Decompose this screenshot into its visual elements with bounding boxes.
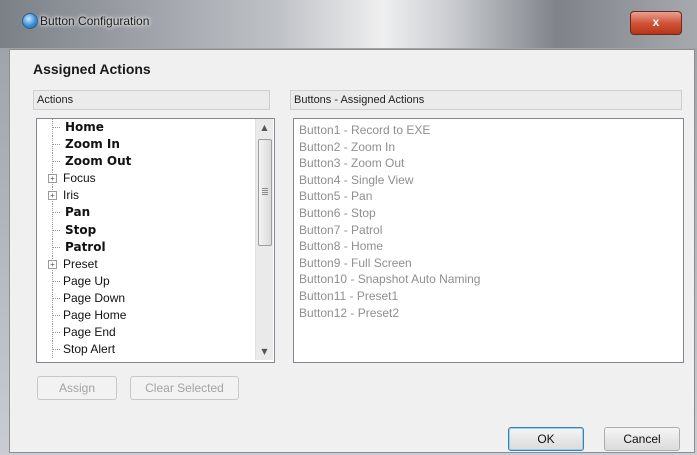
actions-header: Actions [33,90,270,110]
tree-item-label: Stop [65,222,97,237]
tree-connector [53,349,60,351]
assigned-actions-list[interactable]: Button1 - Record to EXE Button2 - Zoom In… [293,118,684,363]
assigned-actions-rows: Button1 - Record to EXE Button2 - Zoom In… [294,122,683,321]
tree-item-label: Home [65,120,104,134]
tree-item[interactable]: Stop Alert [37,341,255,359]
close-icon: x [652,15,660,29]
actions-scrollbar[interactable]: ▲ ▼ [255,119,273,360]
tree-item[interactable]: Page Up [37,272,255,290]
tree-connector [53,297,60,299]
scroll-up-arrow-icon[interactable]: ▲ [256,119,273,136]
scroll-down-arrow-icon[interactable]: ▼ [256,343,273,360]
dialog-body: Assigned Actions Actions Buttons - Assig… [9,49,695,453]
list-item[interactable]: Button3 - Zoom Out [294,155,683,172]
tree-item[interactable]: Page Down [37,289,255,307]
tree-item[interactable]: Zoom In [37,136,255,154]
tree-item[interactable]: + Focus [37,170,255,188]
list-item[interactable]: Button5 - Pan [294,188,683,205]
tree-item[interactable]: Page End [37,324,255,342]
tree-item-label: Page Up [63,273,110,288]
title-bar[interactable]: Button Configuration x [0,0,697,48]
actions-tree-items: Home Zoom In Zoom Out + Focus + Iris Pan Stop Pat… [37,119,255,360]
tree-item-label: Stop Alert [63,342,116,357]
list-item[interactable]: Button9 - Full Screen [294,255,683,272]
tree-connector [53,127,60,128]
scroll-thumb[interactable] [258,139,272,246]
list-item[interactable]: Button8 - Home [294,238,683,255]
section-title: Assigned Actions [33,61,151,77]
tree-item[interactable]: Zoom Out [37,153,255,171]
tree-connector [53,144,60,146]
assign-button[interactable]: Assign [37,376,117,400]
list-item[interactable]: Button1 - Record to EXE [294,122,683,139]
tree-item-label: Iris [63,188,79,203]
clear-selected-button[interactable]: Clear Selected [130,376,239,400]
assigned-actions-header: Buttons - Assigned Actions [290,90,682,110]
close-button[interactable]: x [630,11,682,35]
tree-connector [53,280,60,282]
tree-item[interactable]: Stop [37,221,255,239]
tree-item[interactable]: + Iris [37,187,255,205]
tree-connector [53,212,60,214]
list-item[interactable]: Button2 - Zoom In [294,139,683,156]
list-item[interactable]: Button10 - Snapshot Auto Naming [294,271,683,288]
tree-item[interactable]: + Preset [37,255,255,273]
tree-item-label: Page Down [63,290,126,305]
cancel-button[interactable]: Cancel [604,427,680,451]
tree-item-label: Pan [65,205,91,220]
button-configuration-window: Button Configuration x Assigned Actions … [0,0,697,455]
app-icon [22,13,38,29]
plus-expander-icon[interactable]: + [48,174,57,184]
tree-item-label: Patrol [65,239,106,254]
tree-item-label: Preset [63,256,98,271]
window-title: Button Configuration [40,14,150,28]
list-item[interactable]: Button7 - Patrol [294,222,683,239]
tree-connector [53,246,60,248]
plus-expander-icon[interactable]: + [48,259,57,269]
tree-item[interactable]: Home [37,119,255,136]
list-item[interactable]: Button6 - Stop [294,205,683,222]
ok-button[interactable]: OK [508,427,584,451]
tree-item[interactable]: Page Home [37,307,255,325]
tree-item[interactable]: Pan [37,204,255,222]
tree-item-label: Zoom In [65,137,120,152]
tree-connector [53,161,60,163]
list-item[interactable]: Button11 - Preset1 [294,288,683,305]
tree-connector [53,315,60,317]
actions-tree[interactable]: Home Zoom In Zoom Out + Focus + Iris Pan Stop Pat… [36,118,275,363]
tree-connector [53,332,60,334]
list-item[interactable]: Button4 - Single View [294,172,683,189]
plus-expander-icon[interactable]: + [48,191,57,201]
tree-connector [53,229,60,231]
tree-item-label: Page Home [63,308,127,323]
tree-item-label: Zoom Out [65,154,132,169]
tree-item-label: Page End [63,325,116,340]
tree-item-label: Focus [63,171,96,186]
list-item[interactable]: Button12 - Preset2 [294,305,683,322]
thumb-grip-icon [262,188,268,195]
tree-item[interactable]: Patrol [37,238,255,256]
